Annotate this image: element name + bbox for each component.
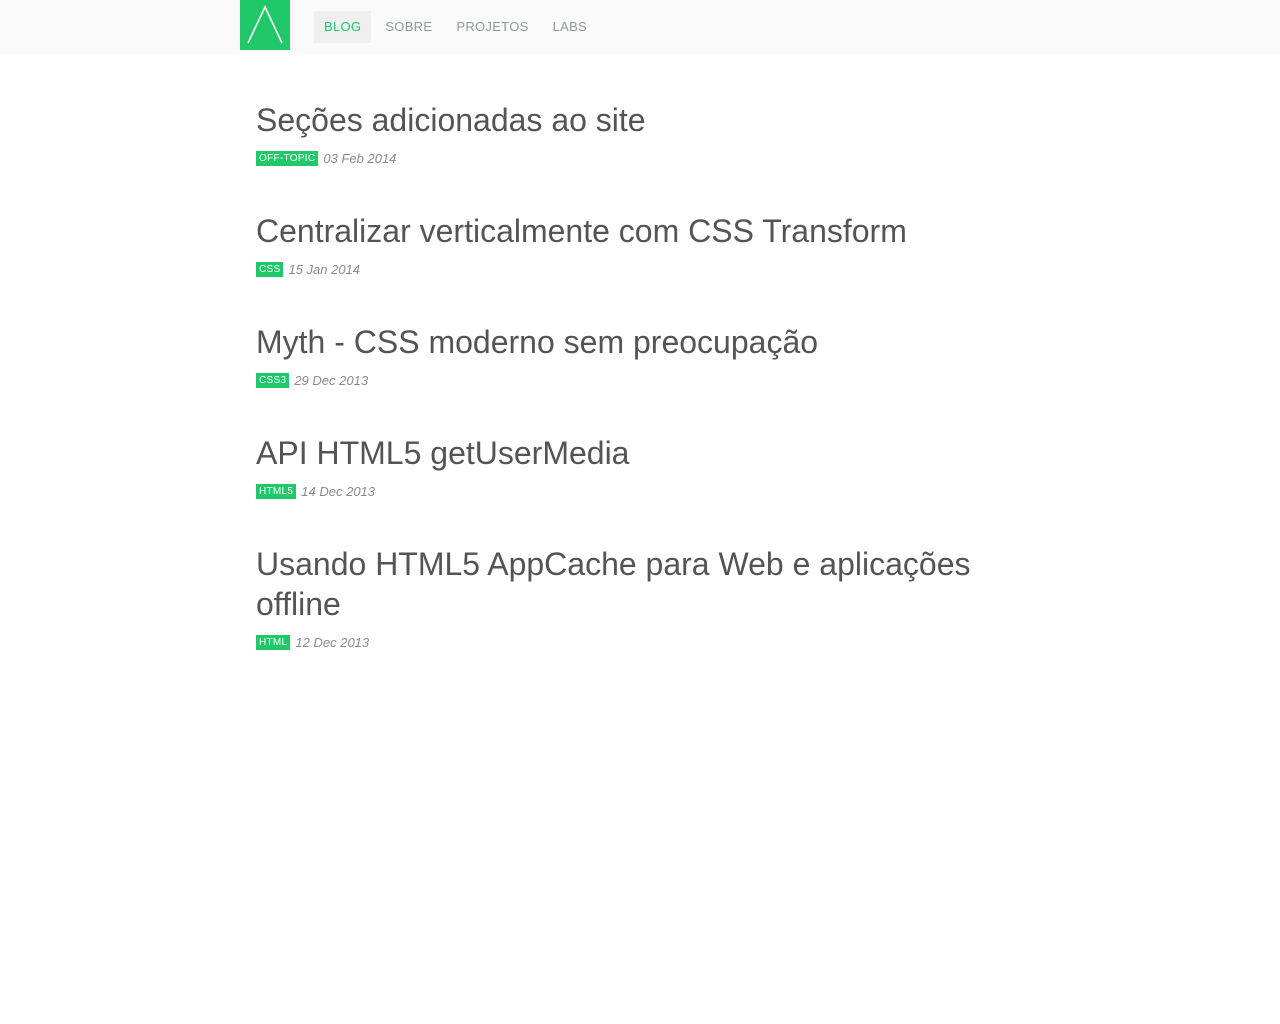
post-meta: CSS 15 Jan 2014 (256, 261, 1016, 277)
site-logo[interactable] (240, 0, 290, 50)
post-date: 29 Dec 2013 (294, 372, 369, 388)
post-date: 12 Dec 2013 (295, 634, 370, 650)
post-item: Usando HTML5 AppCache para Web e aplicaç… (256, 544, 1016, 650)
post-tag[interactable]: CSS (256, 261, 284, 277)
post-item: Seções adicionadas ao site OFF-TOPIC 03 … (256, 100, 1016, 166)
post-meta: HTML 12 Dec 2013 (256, 634, 1016, 650)
main-nav: BLOG SOBRE PROJETOS LABS (314, 11, 601, 43)
post-title-link[interactable]: API HTML5 getUserMedia (256, 433, 1016, 473)
post-meta: HTML5 14 Dec 2013 (256, 483, 1016, 499)
post-title-link[interactable]: Usando HTML5 AppCache para Web e aplicaç… (256, 544, 1016, 624)
post-date: 15 Jan 2014 (288, 261, 361, 277)
post-meta: OFF-TOPIC 03 Feb 2014 (256, 150, 1016, 166)
post-meta: CSS3 29 Dec 2013 (256, 372, 1016, 388)
nav-item-projetos[interactable]: PROJETOS (446, 11, 538, 43)
post-title-link[interactable]: Centralizar verticalmente com CSS Transf… (256, 211, 1016, 251)
nav-item-blog[interactable]: BLOG (314, 11, 372, 43)
post-tag[interactable]: CSS3 (256, 372, 290, 388)
post-tag[interactable]: HTML (256, 634, 291, 650)
post-item: API HTML5 getUserMedia HTML5 14 Dec 2013 (256, 433, 1016, 499)
post-list: Seções adicionadas ao site OFF-TOPIC 03 … (256, 100, 1016, 695)
post-date: 14 Dec 2013 (301, 483, 376, 499)
post-tag[interactable]: HTML5 (256, 483, 297, 499)
post-item: Centralizar verticalmente com CSS Transf… (256, 211, 1016, 277)
triangle-logo-icon (247, 5, 283, 44)
nav-item-sobre[interactable]: SOBRE (375, 11, 442, 43)
post-title-link[interactable]: Myth - CSS moderno sem preocupação (256, 322, 1016, 362)
top-navbar: BLOG SOBRE PROJETOS LABS (0, 0, 1280, 54)
post-title-link[interactable]: Seções adicionadas ao site (256, 100, 1016, 140)
post-tag[interactable]: OFF-TOPIC (256, 150, 319, 166)
post-item: Myth - CSS moderno sem preocupação CSS3 … (256, 322, 1016, 388)
nav-item-labs[interactable]: LABS (543, 11, 597, 43)
post-date: 03 Feb 2014 (323, 150, 397, 166)
